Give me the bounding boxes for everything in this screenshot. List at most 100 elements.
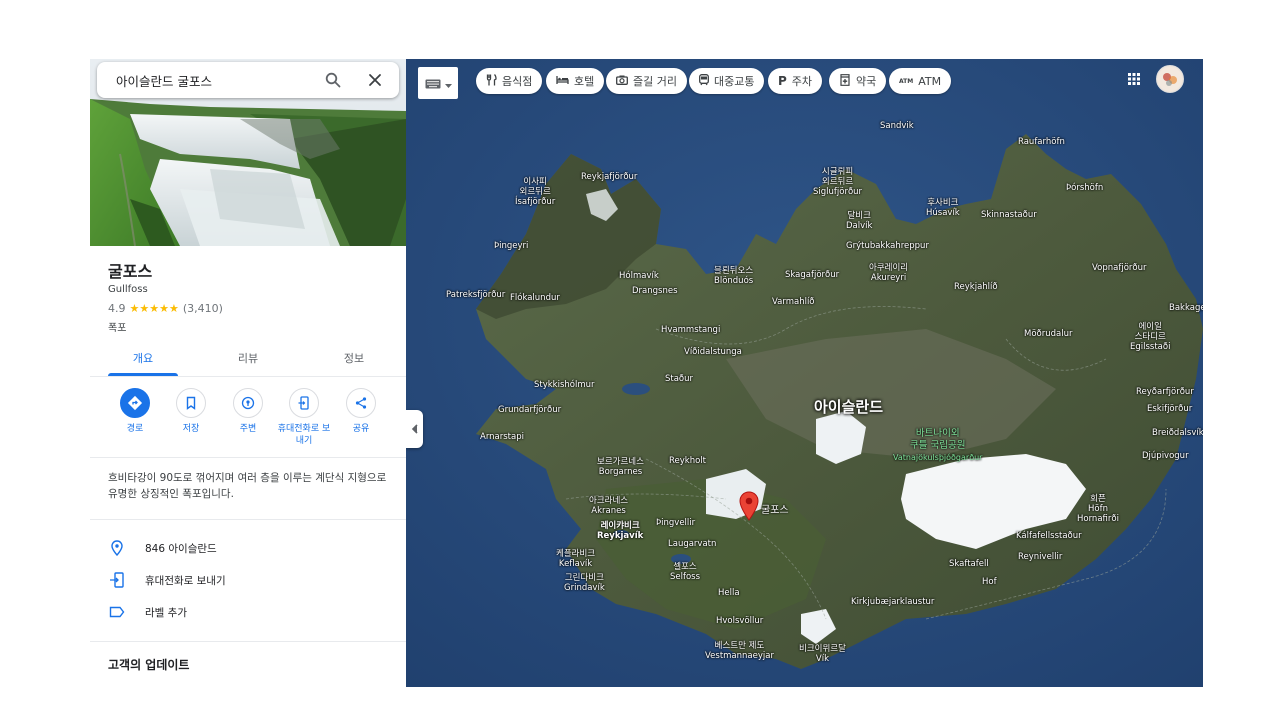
map-place-label: Bakkage [1169,303,1203,313]
map-place-label: 보르가르네스 Borgarnes [597,457,644,477]
parking-icon: P [778,74,787,88]
bookmark-icon [176,388,206,418]
map-place-label: Hella [718,588,740,598]
directions-icon [120,388,150,418]
map-place-label: Raufarhöfn [1018,137,1065,147]
map-place-label: Reykjahlíð [954,282,998,292]
save-button[interactable]: 저장 [163,388,219,435]
map-place-label: Hvammstangi [661,325,721,335]
search-icon[interactable] [323,70,343,90]
share-label: 공유 [352,424,370,434]
keyboard-icon [425,74,441,93]
map-terrain [406,59,1203,687]
restaurant-icon [486,73,497,89]
tab-bar: 개요 리뷰 정보 [90,344,406,377]
chip-pharmacy[interactable]: 약국 [829,68,887,94]
rating-value: 4.9 [108,302,126,315]
map-place-label: Reyðarfjörður [1136,387,1194,397]
map-place-label: 레이캬비크 Reykjavík [597,521,644,541]
place-category[interactable]: 폭포 [108,319,126,334]
map-place-label: 블뢴뒤오스 Blönduós [714,266,754,286]
map-place-label: Kálfafellsstaður [1016,531,1082,541]
avatar[interactable] [1156,65,1184,93]
map-place-label: Möðrudalur [1024,329,1073,339]
map-place-label: Víðidalstunga [684,347,742,357]
map-place-label: Þórshöfn [1066,183,1104,193]
add-label-row[interactable]: 라벨 추가 [108,601,398,623]
send-to-phone-row[interactable]: 휴대전화로 보내기 [108,569,398,591]
map-place-label: Patreksfjörður [446,290,506,300]
review-count[interactable]: (3,410) [183,302,223,315]
map-place-label: 아크라네스 Akranes [589,496,629,516]
map-pin-icon[interactable] [739,491,759,525]
share-button[interactable]: 공유 [333,388,389,435]
directions-button[interactable]: 경로 [107,388,163,435]
search-input[interactable] [114,71,318,89]
chip-label: 즐길 거리 [633,75,677,88]
customer-updates-heading: 고객의 업데이트 [108,658,190,672]
map-place-label: 후사비크 Húsavík [926,198,960,218]
map-place-label: Reynivellir [1018,552,1063,562]
layers-button[interactable] [418,67,458,99]
save-label: 저장 [182,424,200,434]
map-place-label: Þingvellir [656,518,696,528]
map-place-label: Laugarvatn [668,539,717,549]
label-icon [108,606,126,618]
map-place-label: 이사피 외르뒤르 Ísafjörður [515,177,556,207]
nearby-label: 주변 [239,424,257,434]
park-label-en: Vatnajökulsþjóðgarður [893,453,983,462]
nearby-icon [233,388,263,418]
map-place-label: 시글뤼피 외르뒤르 Siglufjörður [813,167,863,197]
map-place-label: 에이일 스타디르 Egilsstaði [1130,322,1171,352]
map-place-label: 그린다비크 Grindavík [564,573,605,593]
map-place-label: Sandvik [880,121,914,131]
map-place-label: Hólmavík [619,271,659,281]
chip-parking[interactable]: P 주차 [768,68,823,94]
collapse-panel-button[interactable] [406,410,423,448]
map-place-label: Vopnafjörður [1092,263,1147,273]
map-place-label: Skinnastaður [981,210,1037,220]
send-to-phone-label: 휴대전화로 보내기 [277,424,331,446]
map-place-label: Flókalundur [510,293,560,303]
tab-reviews[interactable]: 리뷰 [218,350,278,366]
place-subtitle: Gullfoss [108,284,148,295]
chip-hotels[interactable]: 호텔 [546,68,605,94]
tab-about[interactable]: 정보 [324,350,384,366]
map-place-label: Drangsnes [632,286,678,296]
map-place-label: Grýtubakkahreppur [846,241,929,251]
chip-label: ATM [918,74,942,88]
chip-things-to-do[interactable]: 즐길 거리 [606,68,687,94]
chip-transit[interactable]: 대중교통 [689,68,765,94]
map-place-label: Grundarfjörður [498,405,562,415]
map-place-label: Hvolsvöllur [716,616,764,626]
location-pin-icon [108,540,126,556]
map-place-label: Kirkjubæjarklaustur [851,597,935,607]
send-to-phone-button[interactable]: 휴대전화로 보내기 [276,388,332,447]
tab-overview[interactable]: 개요 [113,350,173,366]
search-box[interactable] [97,62,399,98]
place-panel: 굴포스 Gullfoss 4.9 ★★★★★ (3,410) 폭포 개요 리뷰 … [90,59,407,687]
atm-icon: ATM [899,77,914,85]
map-place-label: 아쿠레이리 Akureyri [869,263,909,283]
satellite-map[interactable]: Sandvik Raufarhöfn Reykjafjörður 이사피 외르뒤… [406,59,1203,687]
chip-label: 대중교통 [714,75,755,88]
place-description: 흐비타강이 90도로 꺾어지며 여러 층을 이루는 계단식 지형으로 유명한 상… [108,472,387,500]
map-place-label: 회픈 Höfn Hornafirði [1077,494,1119,524]
chip-atm[interactable]: ATM ATM [889,68,952,94]
map-place-label: Eskifjörður [1147,404,1193,414]
chip-label: 음식점 [502,75,533,88]
action-buttons: 경로 저장 주변 휴대전화로 보내기 공유 [90,385,406,458]
apps-grid-icon[interactable] [1124,69,1144,89]
map-place-label: Varmahlíð [772,297,815,307]
chevron-left-icon [411,424,418,434]
chevron-down-icon [444,74,452,93]
close-icon[interactable] [365,70,385,90]
map-place-label: 비크이뮈르달 Vík [799,644,846,664]
nearby-button[interactable]: 주변 [220,388,276,435]
map-place-label: Stykkishólmur [534,380,595,390]
chip-restaurants[interactable]: 음식점 [476,68,543,94]
rating-row[interactable]: 4.9 ★★★★★ (3,410) [108,302,223,315]
address-row[interactable]: 846 아이슬란드 [108,537,398,559]
national-park-label[interactable]: 바트나이외 쿠틀 국립공원 Vatnajökulsþjóðgarður [893,428,982,464]
chip-label: 주차 [791,75,813,88]
